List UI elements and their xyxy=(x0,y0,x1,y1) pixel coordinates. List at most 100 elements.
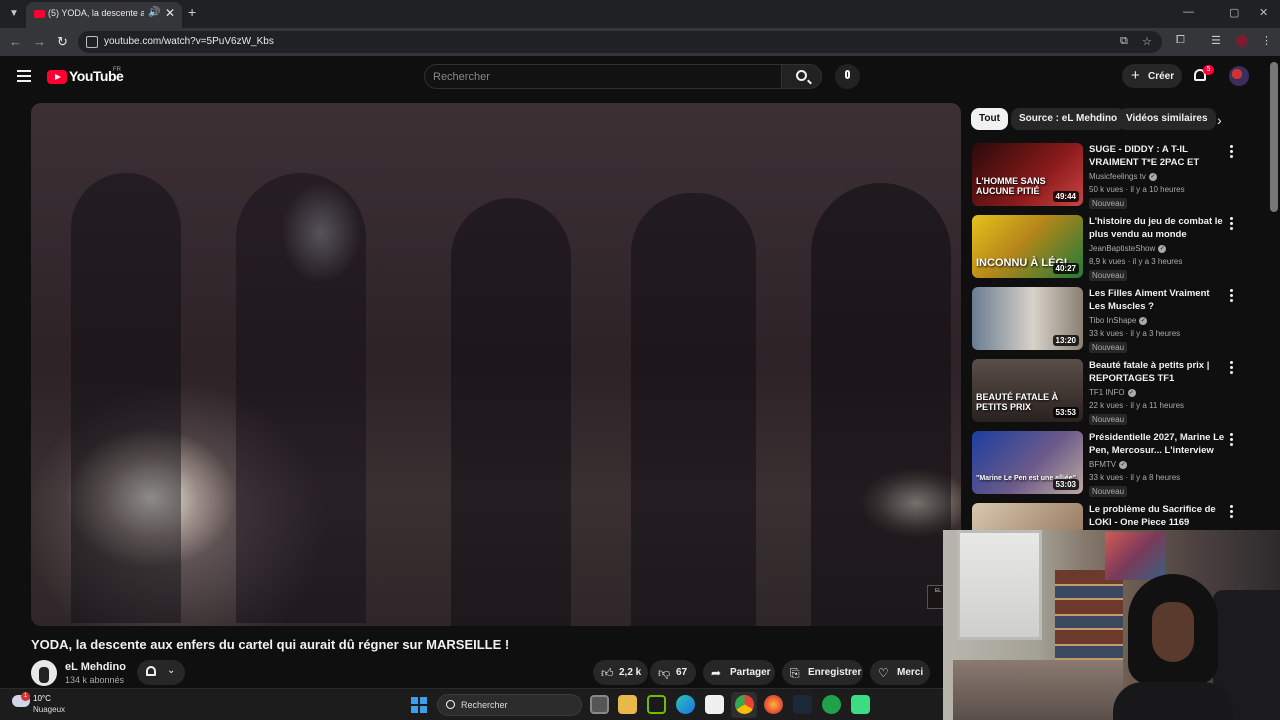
browser-profile-avatar[interactable] xyxy=(1236,35,1248,47)
like-count: 2,2 k xyxy=(619,667,642,678)
recommendation-channel[interactable]: BFMTV ✓ xyxy=(1089,460,1128,469)
video-duration: 49:44 xyxy=(1052,191,1079,202)
save-button[interactable]: ⎘ Enregistrer xyxy=(782,660,863,685)
search-button[interactable] xyxy=(781,64,822,89)
address-bar[interactable]: youtube.com/watch?v=5PuV6zW_Kbs ⧉ ☆ xyxy=(78,31,1162,53)
share-label: Partager xyxy=(730,667,771,678)
like-button[interactable]: 👍︎ 2,2 k xyxy=(593,660,648,685)
youtube-favicon-icon xyxy=(34,10,45,18)
more-actions-icon[interactable] xyxy=(1230,433,1236,447)
recommendation-item[interactable]: Le problème du Sacrifice de LOKI - One P… xyxy=(972,503,1252,530)
tab-search-icon[interactable]: ▼ xyxy=(6,6,22,22)
user-avatar[interactable] xyxy=(1229,66,1249,86)
recommendation-thumbnail[interactable]: L'HOMME SANS AUCUNE PITIÉ 49:44 xyxy=(972,143,1083,206)
reading-list-icon[interactable]: ☰ xyxy=(1211,34,1221,47)
recommendation-channel[interactable]: Tibo InShape ✓ xyxy=(1089,316,1148,325)
channel-name[interactable]: eL Mehdino xyxy=(65,661,126,673)
close-window-icon[interactable]: ✕ xyxy=(1259,6,1268,19)
close-tab-icon[interactable]: ✕ xyxy=(165,6,175,20)
task-view-icon[interactable] xyxy=(590,695,609,714)
dislike-button[interactable]: 👎︎ 67 xyxy=(650,660,696,685)
more-actions-icon[interactable] xyxy=(1230,505,1236,519)
reload-icon[interactable]: ↻ xyxy=(57,34,68,50)
recommendation-title[interactable]: Présidentielle 2027, Marine Le Pen, Merc… xyxy=(1089,431,1227,457)
nvidia-icon[interactable] xyxy=(647,695,666,714)
recommendation-item[interactable]: 13:20 Les Filles Aiment Vraiment Les Mus… xyxy=(972,287,1252,353)
recommendation-item[interactable]: L'HOMME SANS AUCUNE PITIÉ 49:44 SUGE - D… xyxy=(972,143,1252,209)
weather-temperature[interactable]: 10°C xyxy=(33,694,51,703)
new-tab-icon[interactable]: + xyxy=(188,4,196,20)
browser-tab[interactable]: (5) YODA, la descente aux enfers du cart… xyxy=(26,2,182,28)
more-actions-icon[interactable] xyxy=(1230,361,1236,375)
video-duration: 53:03 xyxy=(1052,479,1079,490)
share-button[interactable]: ➦ Partager xyxy=(703,660,775,685)
subscription-notifications-button[interactable]: ⌄ xyxy=(137,660,185,685)
chip-source[interactable]: Source : eL Mehdino xyxy=(1011,108,1126,130)
more-actions-icon[interactable] xyxy=(1230,145,1236,159)
more-actions-icon[interactable] xyxy=(1230,289,1236,303)
guide-menu-icon[interactable] xyxy=(17,70,31,82)
android-icon[interactable] xyxy=(851,695,870,714)
voice-search-button[interactable] xyxy=(835,64,860,89)
windows-start-icon[interactable] xyxy=(411,697,427,713)
search-icon xyxy=(446,700,455,709)
webcam-poster xyxy=(1105,532,1165,580)
search-input[interactable] xyxy=(433,67,763,87)
recommendation-channel[interactable]: TF1 INFO ✓ xyxy=(1089,388,1136,397)
minimize-icon[interactable]: — xyxy=(1183,6,1194,18)
tab-title: (5) YODA, la descente aux enfers du cart… xyxy=(48,8,144,18)
thumbs-up-icon: 👍︎ xyxy=(601,666,614,680)
edge-icon[interactable] xyxy=(676,695,695,714)
thanks-button[interactable]: ♡ Merci xyxy=(870,660,930,685)
video-player[interactable]: EL xyxy=(31,103,961,626)
chip-all[interactable]: Tout xyxy=(971,108,1008,130)
notification-badge: 5 xyxy=(1203,65,1214,75)
back-icon[interactable]: ← xyxy=(9,34,22,49)
search-box xyxy=(424,64,782,89)
more-actions-icon[interactable] xyxy=(1230,217,1236,231)
recommendation-thumbnail[interactable]: INCONNU À LÉGI 40:27 xyxy=(972,215,1083,278)
chevron-right-icon[interactable]: › xyxy=(1217,112,1222,128)
recommendation-item[interactable]: BEAUTÉ FATALE À PETITS PRIX 53:53 Beauté… xyxy=(972,359,1252,425)
firefox-icon[interactable] xyxy=(764,695,783,714)
search-icon xyxy=(796,70,807,81)
site-info-icon[interactable] xyxy=(86,36,98,48)
chip-related[interactable]: Vidéos similaires xyxy=(1118,108,1216,130)
page-scrollbar[interactable] xyxy=(1270,62,1278,212)
steam-icon[interactable] xyxy=(793,695,812,714)
webcam-desk xyxy=(953,660,1123,720)
maximize-icon[interactable]: ▢ xyxy=(1229,6,1239,19)
recommendation-title[interactable]: Les Filles Aiment Vraiment Les Muscles ? xyxy=(1089,287,1227,313)
video-frame-figure xyxy=(451,198,571,626)
channel-avatar[interactable] xyxy=(31,660,57,686)
recommendation-title[interactable]: SUGE - DIDDY : A T-IL VRAIMENT T*E 2PAC … xyxy=(1089,143,1227,169)
forward-icon[interactable]: → xyxy=(33,34,46,49)
install-app-icon[interactable]: ⧉ xyxy=(1120,35,1128,48)
taskbar-search[interactable]: Rechercher xyxy=(437,694,582,716)
notifications-button[interactable]: 5 xyxy=(1192,65,1214,86)
create-button[interactable]: + Créer xyxy=(1122,64,1182,88)
file-explorer-icon[interactable] xyxy=(618,695,637,714)
recommendation-thumbnail[interactable]: 13:20 xyxy=(972,287,1083,350)
app-icon[interactable] xyxy=(822,695,841,714)
recommendation-channel[interactable]: Musicfeelings tv ✓ xyxy=(1089,172,1157,181)
recommendation-item[interactable]: INCONNU À LÉGI 40:27 L'histoire du jeu d… xyxy=(972,215,1252,281)
extensions-icon[interactable]: ⧠ xyxy=(1176,34,1185,47)
weather-alert-badge: 1 xyxy=(21,692,30,701)
bookmark-star-icon[interactable]: ☆ xyxy=(1142,35,1152,48)
store-icon[interactable] xyxy=(705,695,724,714)
video-duration: 53:53 xyxy=(1052,407,1079,418)
new-badge: Nouveau xyxy=(1089,414,1128,425)
browser-menu-icon[interactable]: ⋮ xyxy=(1261,34,1272,47)
recommendation-title[interactable]: Le problème du Sacrifice de LOKI - One P… xyxy=(1089,503,1227,529)
bell-icon xyxy=(146,666,156,676)
recommendation-item[interactable]: "Marine Le Pen est une alliée" 53:03 Pré… xyxy=(972,431,1252,497)
chrome-icon[interactable] xyxy=(735,695,754,714)
recommendation-thumbnail[interactable]: "Marine Le Pen est une alliée" 53:03 xyxy=(972,431,1083,494)
recommendation-thumbnail[interactable]: BEAUTÉ FATALE À PETITS PRIX 53:53 xyxy=(972,359,1083,422)
recommendation-thumbnail[interactable] xyxy=(972,503,1083,530)
recommendation-channel[interactable]: JeanBaptisteShow ✓ xyxy=(1089,244,1167,253)
recommendation-title[interactable]: L'histoire du jeu de combat le plus vend… xyxy=(1089,215,1227,241)
speaker-icon[interactable]: 🔊 xyxy=(148,7,160,18)
recommendation-title[interactable]: Beauté fatale à petits prix | REPORTAGES… xyxy=(1089,359,1227,385)
